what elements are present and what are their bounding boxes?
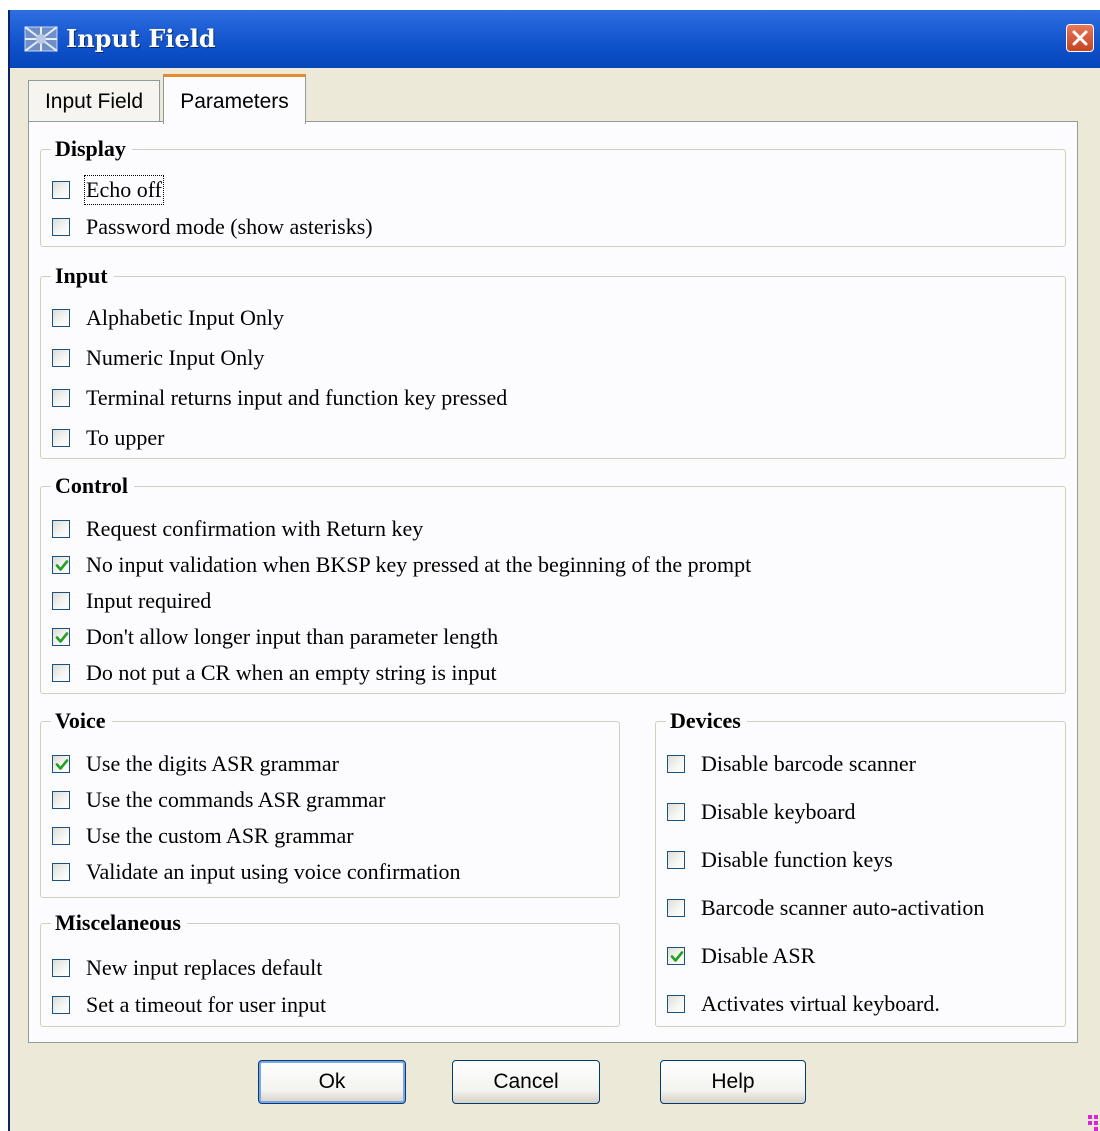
devices-group-title: Devices	[666, 708, 747, 734]
checkbox-label: Password mode (show asterisks)	[86, 214, 373, 239]
ok-button[interactable]: Ok	[258, 1060, 406, 1104]
checkbox-label: Disable barcode scanner	[701, 751, 917, 776]
control-group-title: Control	[51, 473, 134, 499]
checkbox-virtual-keyboard[interactable]: Activates virtual keyboard.	[667, 991, 940, 1017]
voice-group-title: Voice	[51, 708, 112, 734]
checkbox-box[interactable]	[52, 628, 70, 646]
tab-parameters[interactable]: Parameters	[163, 74, 306, 124]
checkbox-box[interactable]	[52, 791, 70, 809]
checkbox-box[interactable]	[52, 863, 70, 881]
miscelaneous-group-title: Miscelaneous	[51, 910, 187, 936]
help-button[interactable]: Help	[660, 1060, 806, 1104]
checkmark-icon	[55, 759, 69, 770]
checkbox-box[interactable]	[667, 755, 685, 773]
checkbox-label: Don't allow longer input than parameter …	[86, 624, 499, 649]
checkbox-box[interactable]	[52, 592, 70, 610]
display-group-title: Display	[51, 136, 132, 162]
checkbox-label: Use the commands ASR grammar	[86, 787, 386, 812]
checkbox-box[interactable]	[52, 996, 70, 1014]
checkmark-icon	[55, 560, 69, 571]
checkbox-label: Numeric Input Only	[86, 345, 265, 370]
tab-input-field[interactable]: Input Field	[28, 80, 160, 122]
checkbox-to-upper[interactable]: To upper	[52, 425, 165, 451]
checkbox-label: No input validation when BKSP key presse…	[86, 552, 752, 577]
checkbox-voice-confirmation[interactable]: Validate an input using voice confirmati…	[52, 859, 461, 885]
close-button[interactable]	[1066, 24, 1094, 52]
checkbox-label: Activates virtual keyboard.	[701, 991, 940, 1016]
checkbox-box[interactable]	[667, 803, 685, 821]
checkbox-no-input-validation[interactable]: No input validation when BKSP key presse…	[52, 552, 751, 578]
devices-group: Devices Disable barcode scanner Disable …	[655, 708, 1066, 1027]
checkmark-icon	[670, 951, 684, 962]
checkbox-label: Set a timeout for user input	[86, 992, 327, 1017]
checkbox-input-required[interactable]: Input required	[52, 588, 211, 614]
checkbox-box[interactable]	[52, 664, 70, 682]
checkbox-label: Validate an input using voice confirmati…	[86, 859, 461, 884]
checkmark-icon	[55, 632, 69, 643]
checkbox-echo-off[interactable]: Echo off	[52, 175, 164, 205]
checkbox-request-confirmation[interactable]: Request confirmation with Return key	[52, 516, 423, 542]
voice-group: Voice Use the digits ASR grammar Use the…	[40, 708, 620, 898]
checkbox-box[interactable]	[667, 995, 685, 1013]
input-group: Input Alphabetic Input Only Numeric Inpu…	[40, 263, 1066, 459]
checkbox-box[interactable]	[52, 218, 70, 236]
checkbox-new-input-replaces[interactable]: New input replaces default	[52, 955, 322, 981]
checkbox-label: Use the digits ASR grammar	[86, 751, 339, 776]
parameters-panel: Display Echo off Password mode (show ast…	[28, 121, 1078, 1043]
checkbox-label: Terminal returns input and function key …	[86, 385, 508, 410]
checkbox-no-cr-empty[interactable]: Do not put a CR when an empty string is …	[52, 660, 497, 686]
miscelaneous-group: Miscelaneous New input replaces default …	[40, 910, 620, 1027]
close-icon	[1072, 30, 1088, 46]
checkbox-commands-asr[interactable]: Use the commands ASR grammar	[52, 787, 385, 813]
input-group-title: Input	[51, 263, 114, 289]
checkbox-label: Use the custom ASR grammar	[86, 823, 354, 848]
checkbox-box[interactable]	[52, 959, 70, 977]
checkbox-box[interactable]	[52, 755, 70, 773]
checkbox-box[interactable]	[667, 947, 685, 965]
window-title: Input Field	[66, 24, 216, 53]
checkbox-barcode-auto-activation[interactable]: Barcode scanner auto-activation	[667, 895, 984, 921]
checkbox-label: Disable keyboard	[701, 799, 856, 824]
checkbox-box[interactable]	[667, 851, 685, 869]
checkbox-label: Do not put a CR when an empty string is …	[86, 660, 497, 685]
checkbox-disable-keyboard[interactable]: Disable keyboard	[667, 799, 856, 825]
checkbox-box[interactable]	[52, 349, 70, 367]
checkbox-box[interactable]	[52, 389, 70, 407]
checkbox-label: To upper	[86, 425, 165, 450]
checkbox-custom-asr[interactable]: Use the custom ASR grammar	[52, 823, 354, 849]
cancel-button[interactable]: Cancel	[452, 1060, 600, 1104]
checkbox-terminal-returns[interactable]: Terminal returns input and function key …	[52, 385, 507, 411]
control-group: Control Request confirmation with Return…	[40, 473, 1066, 694]
display-group: Display Echo off Password mode (show ast…	[40, 136, 1066, 247]
checkbox-box[interactable]	[52, 429, 70, 447]
checkbox-box[interactable]	[667, 899, 685, 917]
checkbox-password-mode[interactable]: Password mode (show asterisks)	[52, 214, 373, 240]
checkbox-label: Barcode scanner auto-activation	[701, 895, 985, 920]
checkbox-label: Input required	[86, 588, 212, 613]
app-icon	[24, 26, 58, 52]
checkbox-box[interactable]	[52, 556, 70, 574]
checkbox-box[interactable]	[52, 309, 70, 327]
checkbox-box[interactable]	[52, 520, 70, 538]
checkbox-label: Request confirmation with Return key	[86, 516, 424, 541]
checkbox-label: New input replaces default	[86, 955, 323, 980]
checkbox-disable-barcode[interactable]: Disable barcode scanner	[667, 751, 916, 777]
checkbox-box[interactable]	[52, 827, 70, 845]
checkbox-box[interactable]	[52, 181, 70, 199]
checkbox-label: Disable function keys	[701, 847, 893, 872]
resize-grip-icon[interactable]	[1086, 1113, 1100, 1131]
checkbox-disable-function-keys[interactable]: Disable function keys	[667, 847, 893, 873]
title-bar[interactable]: Input Field	[10, 10, 1100, 68]
checkbox-numeric-input[interactable]: Numeric Input Only	[52, 345, 264, 371]
checkbox-digits-asr[interactable]: Use the digits ASR grammar	[52, 751, 339, 777]
checkbox-label: Alphabetic Input Only	[86, 305, 284, 330]
checkbox-timeout[interactable]: Set a timeout for user input	[52, 992, 326, 1018]
checkbox-alphabetic-input[interactable]: Alphabetic Input Only	[52, 305, 284, 331]
checkbox-disable-asr[interactable]: Disable ASR	[667, 943, 815, 969]
checkbox-no-longer-input[interactable]: Don't allow longer input than parameter …	[52, 624, 498, 650]
checkbox-label: Disable ASR	[701, 943, 816, 968]
checkbox-label: Echo off	[84, 175, 164, 205]
